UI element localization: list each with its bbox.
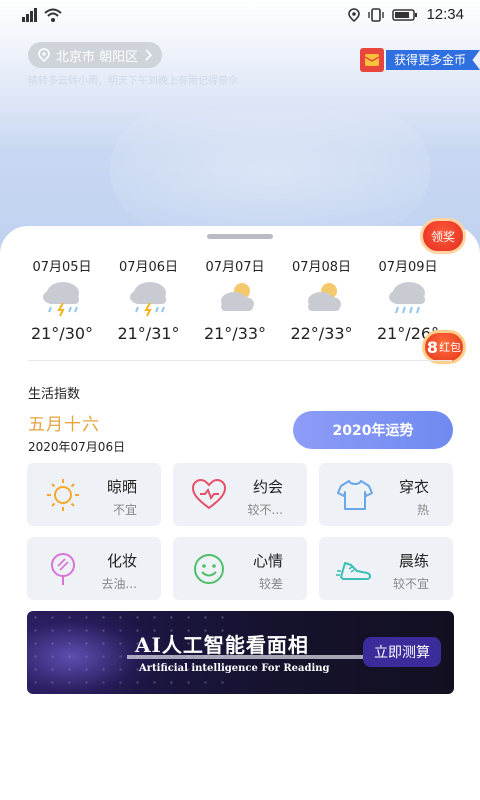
forecast-day[interactable]: 07月06日 21°/31°	[107, 256, 191, 343]
life-index-value: 热	[416, 503, 429, 517]
life-index-title: 生活指数	[28, 387, 81, 402]
life-index-card[interactable]: 晨练 较不宜	[319, 537, 453, 600]
chevron-right-icon	[145, 49, 153, 61]
forecast-list: 07月05日 21°/30° 07月06日 21°/31° 07月07日 21°…	[20, 256, 450, 343]
forecast-temp: 21°/33°	[203, 324, 267, 343]
forecast-date: 07月08日	[291, 260, 352, 275]
location-pin-icon	[38, 48, 50, 62]
hero-cloud	[110, 110, 430, 230]
smile-icon	[189, 551, 229, 587]
forecast-date: 07月05日	[32, 260, 92, 275]
claim-reward-label: 领奖	[430, 229, 455, 244]
life-index-value: 不宜	[112, 503, 137, 517]
banner-cta-label: 立即测算	[374, 645, 430, 661]
life-index-card[interactable]: 化妆 去油...	[27, 537, 161, 600]
life-index-card[interactable]: 晾晒 不宜	[27, 463, 161, 526]
weather-hero: 12:34 北京市 朝阳区 晴转多云转小雨，明天下午到晚上有雨记得带伞 获得更多…	[0, 0, 480, 260]
banner-subtitle: Artificial intelligence For Reading	[139, 663, 330, 674]
banner-title: AI人工智能看面相	[135, 633, 309, 657]
redpacket-button[interactable]: 8 红包	[422, 330, 466, 364]
signal-icon	[22, 8, 37, 22]
sheet-handle[interactable]	[207, 234, 273, 239]
status-bar: 12:34	[0, 0, 480, 32]
forecast-temp: 22°/33°	[290, 324, 353, 343]
battery-icon	[392, 8, 418, 21]
cloudy-sun-icon	[280, 274, 364, 320]
cloudy-sun-icon	[193, 274, 277, 320]
forecast-day[interactable]: 07月08日 22°/33°	[280, 256, 364, 343]
thunder-rain-icon	[20, 274, 104, 320]
wifi-icon	[44, 8, 62, 22]
shirt-icon	[335, 477, 375, 513]
thunder-rain-icon	[107, 274, 191, 320]
coin-envelope-icon	[359, 48, 384, 72]
life-index-name: 约会	[252, 478, 283, 496]
more-coins-button[interactable]: 获得更多金币	[359, 48, 480, 72]
life-index-name: 心情	[252, 552, 283, 570]
claim-reward-button[interactable]: 领奖	[420, 218, 466, 254]
forecast-date: 07月07日	[205, 260, 265, 275]
clock: 12:34	[426, 6, 464, 23]
sun-icon	[43, 477, 83, 513]
forecast-date: 07月06日	[118, 260, 179, 275]
ai-face-reading-banner[interactable]: AI人工智能看面相 Artificial intelligence For Re…	[27, 611, 454, 694]
weather-summary: 晴转多云转小雨，明天下午到晚上有雨记得带伞	[28, 76, 238, 87]
forecast-temp: 21°/30°	[30, 324, 94, 343]
vibrate-icon	[368, 7, 385, 22]
heart-icon	[189, 477, 229, 513]
location-selector[interactable]: 北京市 朝阳区	[28, 42, 163, 68]
sneaker-icon	[335, 551, 375, 587]
more-coins-label: 获得更多金币	[385, 50, 480, 70]
solar-date: 2020年07月06日	[28, 440, 126, 454]
life-index-name: 穿衣	[398, 478, 429, 496]
life-index-name: 晨练	[398, 552, 429, 570]
forecast-temp: 21°/31°	[117, 324, 180, 343]
location-label: 北京市 朝阳区	[56, 49, 139, 65]
lunar-date: 五月十六	[28, 415, 100, 435]
life-index-name: 化妆	[106, 552, 137, 570]
life-index-value: 较差	[258, 577, 283, 591]
life-index-name: 晾晒	[106, 478, 137, 496]
location-icon	[348, 7, 361, 22]
life-index-value: 较不宜	[392, 577, 429, 591]
redpacket-count: 8	[426, 337, 439, 357]
life-index-card[interactable]: 心情 较差	[173, 537, 307, 600]
redpacket-label: 红包	[439, 341, 462, 354]
divider	[28, 360, 452, 361]
rain-icon	[366, 274, 450, 320]
life-index-value: 去油...	[101, 577, 137, 591]
banner-cta-button[interactable]: 立即测算	[363, 637, 441, 667]
fortune-button-label: 2020年运势	[332, 423, 414, 439]
fortune-button[interactable]: 2020年运势	[293, 411, 453, 449]
life-index-grid: 晾晒 不宜 约会 较不... 穿衣 热 化妆 去油... 心情 较差 晨练 较不…	[27, 463, 454, 600]
forecast-day[interactable]: 07月07日 21°/33°	[193, 256, 277, 343]
life-index-value: 较不...	[247, 503, 283, 517]
life-index-card[interactable]: 约会 较不...	[173, 463, 307, 526]
forecast-date: 07月09日	[378, 260, 438, 275]
life-index-card[interactable]: 穿衣 热	[319, 463, 453, 526]
makeup-icon	[43, 551, 83, 587]
forecast-day[interactable]: 07月05日 21°/30°	[20, 256, 104, 343]
